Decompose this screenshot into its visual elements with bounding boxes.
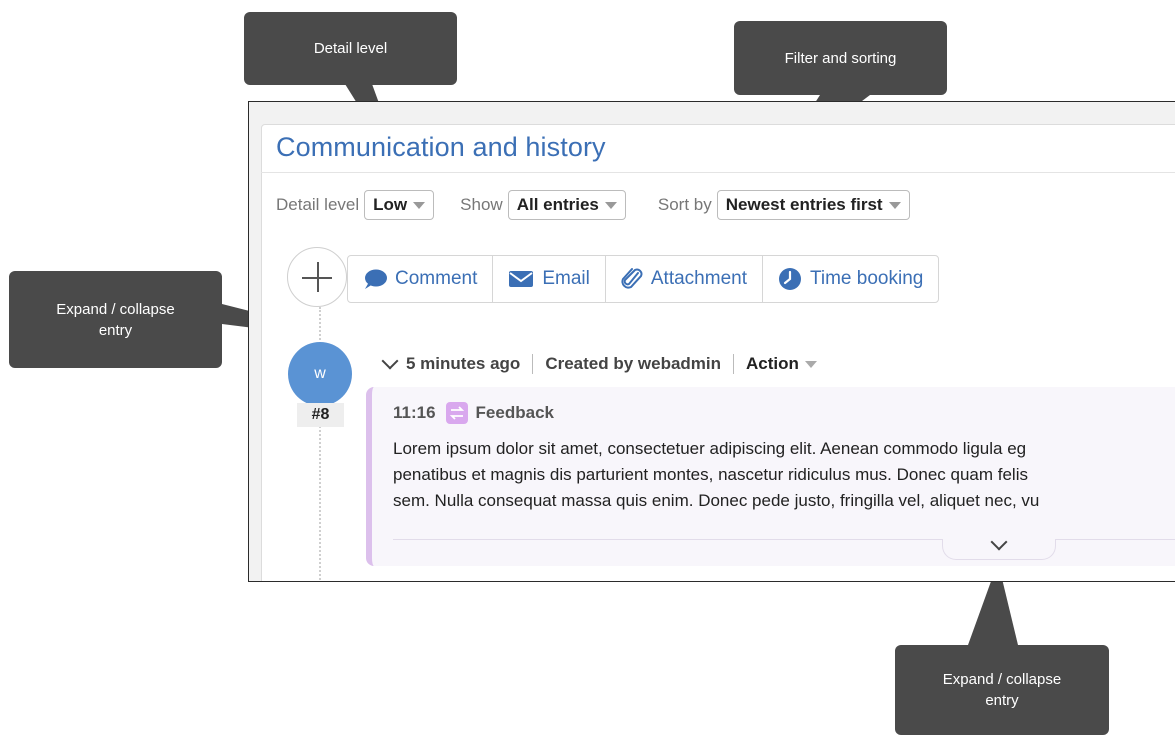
caret-down-icon [804, 360, 817, 368]
action-toolbar: Comment Email Attachment Time booking [347, 255, 940, 303]
sort-by-dropdown[interactable]: Newest entries first [716, 190, 910, 220]
expand-collapse-callout-bottom: Expand / collapse entry [895, 645, 1109, 735]
meta-divider [733, 354, 735, 374]
email-label: Email [542, 268, 590, 289]
entry-created-by: Created by webadmin [545, 354, 722, 373]
attachment-button[interactable]: Attachment [606, 256, 763, 302]
paperclip-icon [621, 268, 643, 289]
entry-meta-row: 5 minutes ago Created by webadmin Action [380, 352, 817, 376]
time-booking-button[interactable]: Time booking [763, 256, 938, 302]
filter-sorting-callout: Filter and sorting [734, 21, 947, 95]
comment-icon [365, 269, 387, 289]
add-entry-button[interactable] [287, 247, 347, 307]
detail-level-label: Detail level [276, 195, 360, 214]
detail-level-callout: Detail level [244, 12, 457, 85]
meta-divider [532, 354, 534, 374]
expand-collapse-callout-left: Expand / collapse entry [9, 271, 222, 368]
avatar: w [288, 342, 352, 406]
entry-footer-line [393, 539, 1175, 540]
show-label: Show [460, 195, 503, 214]
entry-body-line: sem. Nulla consequat massa quis enim. Do… [393, 491, 1040, 510]
email-button[interactable]: Email [493, 256, 606, 302]
comment-label: Comment [395, 268, 478, 289]
time-booking-label: Time booking [809, 268, 924, 289]
detail-level-value: Low [373, 195, 408, 214]
comment-button[interactable]: Comment [348, 256, 494, 302]
entry-action-menu[interactable]: Action [746, 354, 799, 374]
email-icon [509, 271, 534, 287]
sort-by-label: Sort by [657, 195, 712, 214]
show-value: All entries [516, 195, 599, 214]
entry-body-line: Lorem ipsum dolor sit amet, consectetuer… [393, 439, 1027, 458]
history-entry: 11:16 Feedback Lorem ipsum dolor sit ame… [366, 387, 1175, 566]
entry-body-line: penatibus et magnis dis parturient monte… [393, 465, 1028, 484]
chevron-down-icon [990, 533, 1008, 551]
callout-text: Expand / collapse entry [942, 671, 1062, 709]
show-dropdown[interactable]: All entries [507, 190, 626, 220]
feedback-icon [445, 402, 468, 424]
expand-entry-button[interactable] [942, 533, 1056, 560]
caret-down-icon [604, 201, 617, 209]
title-divider [261, 172, 1175, 173]
clock-icon [778, 268, 801, 290]
page-title: Communication and history [276, 132, 606, 162]
chevron-down-icon[interactable] [381, 352, 399, 370]
entry-type: Feedback [475, 403, 554, 422]
entry-body: Lorem ipsum dolor sit amet, consectetuer… [393, 436, 1175, 514]
entry-header: 11:16 Feedback [393, 402, 554, 424]
detail-level-dropdown[interactable]: Low [364, 190, 435, 220]
caret-down-icon [413, 201, 426, 209]
filter-bar: Detail level Low Show All entries Sort b… [276, 189, 910, 221]
entry-relative-time: 5 minutes ago [406, 354, 521, 373]
screenshot-frame: Communication and history Detail level L… [248, 101, 1175, 582]
attachment-label: Attachment [650, 268, 747, 289]
sort-by-value: Newest entries first [725, 195, 883, 214]
caret-down-icon [888, 201, 901, 209]
entry-number-badge: #8 [297, 403, 344, 427]
entry-time: 11:16 [393, 403, 436, 422]
callout-text: Expand / collapse entry [56, 300, 175, 339]
